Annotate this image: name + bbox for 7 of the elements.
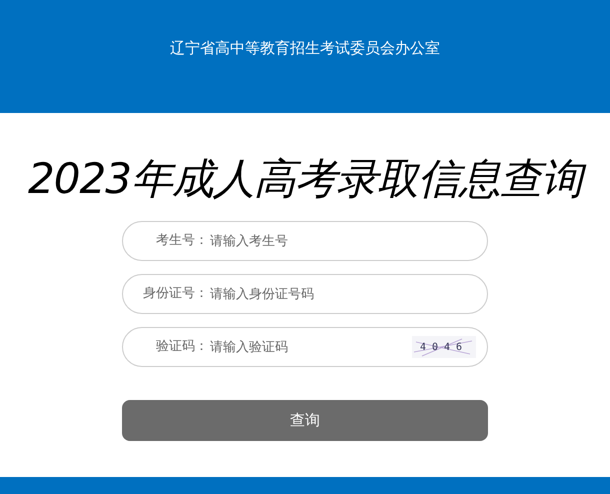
field-label: 考生号：	[155, 233, 208, 249]
field-label: 验证码：	[155, 339, 208, 355]
query-button[interactable]: 查询	[122, 400, 488, 441]
field-label: 身份证号：	[142, 286, 208, 302]
captcha-image[interactable]: 4046	[412, 336, 476, 358]
page-heading: 2023年成人高考录取信息查询	[0, 153, 610, 205]
office-title: 辽宁省高中等教育招生考试委员会办公室	[170, 38, 440, 58]
